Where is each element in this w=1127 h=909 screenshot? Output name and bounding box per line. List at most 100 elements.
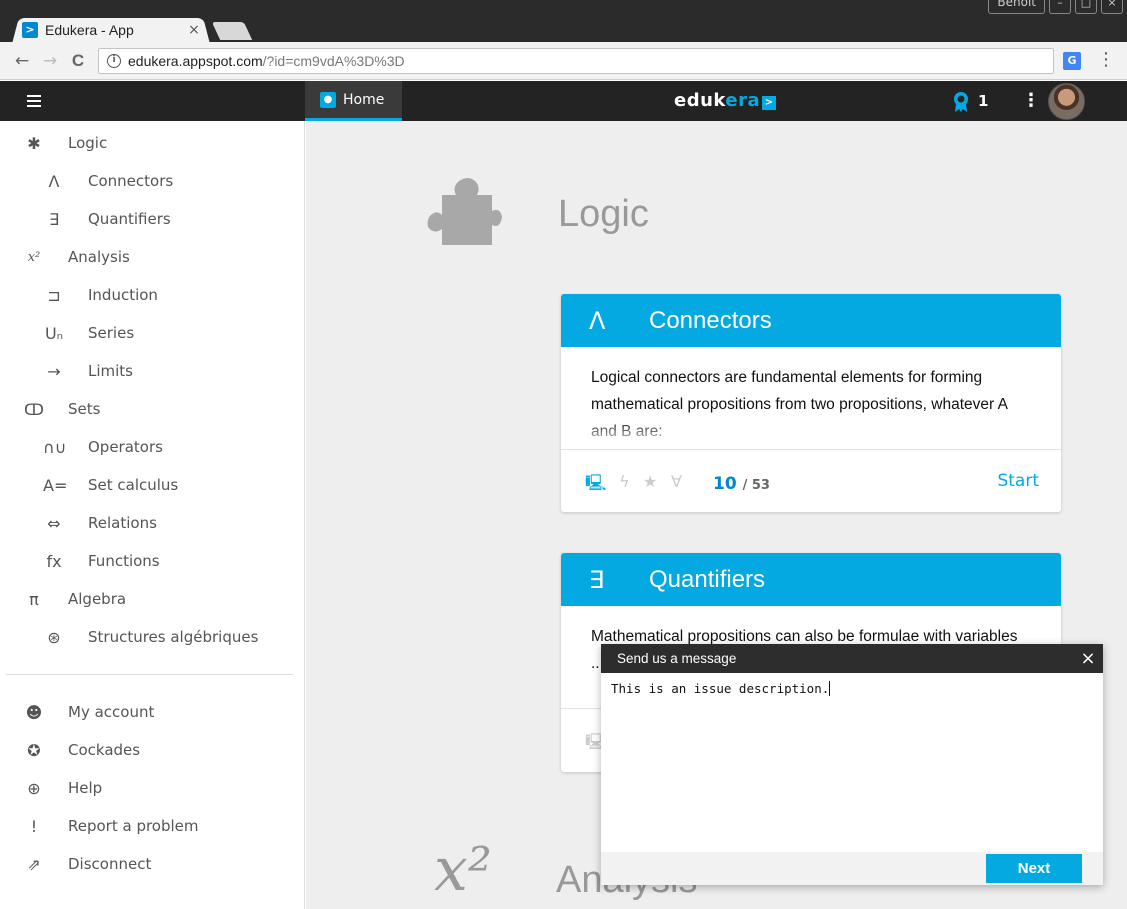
next-button[interactable]: Next	[986, 854, 1082, 883]
sidebar-item-connectors[interactable]: Λ Connectors	[0, 164, 305, 198]
sidebar-item-label: Connectors	[88, 172, 174, 190]
arrow-right-icon: →	[47, 361, 61, 381]
sidebar-item-quantifiers[interactable]: ∃ Quantifiers	[0, 202, 305, 236]
sidebar-item-label: My account	[68, 703, 155, 721]
window-close-button[interactable]: ×	[1101, 0, 1123, 14]
exists-symbol-icon: ∃	[589, 565, 605, 594]
progress-count: 10 / 53	[713, 474, 770, 494]
forward-arrow-icon[interactable]: →	[40, 51, 60, 71]
sidebar-item-my-account[interactable]: ☻ My account	[0, 695, 305, 729]
sidebar-item-limits[interactable]: → Limits	[0, 354, 305, 388]
window-maximize-button[interactable]: □	[1075, 0, 1097, 14]
tab-close-icon[interactable]: ×	[186, 22, 202, 38]
sidebar-item-functions[interactable]: fx Functions	[0, 544, 305, 578]
cockade-icon: ✪	[27, 740, 41, 760]
brand-text-b: era	[725, 90, 761, 111]
exclamation-icon: !	[30, 816, 38, 836]
sidebar-item-label: Algebra	[68, 590, 127, 608]
sidebar-item-label: Series	[88, 324, 135, 342]
reload-icon[interactable]: C	[68, 51, 88, 71]
dialog-header: Send us a message ×	[601, 644, 1103, 673]
app-header: ● Home edukera > 1 ⋮	[0, 81, 1127, 121]
sidebar-item-operators[interactable]: ∩∪ Operators	[0, 430, 305, 464]
structures-icon: ⊛	[47, 627, 61, 647]
cockade-badge-icon[interactable]	[952, 91, 970, 113]
function-icon: fx	[46, 551, 62, 571]
and-symbol-icon: Λ	[589, 306, 606, 335]
sidebar-item-label: Logic	[68, 134, 108, 152]
browser-tab-content[interactable]: > Edukera - App ×	[22, 18, 202, 42]
sidebar-item-report-a-problem[interactable]: ! Report a problem	[0, 809, 305, 843]
sidebar-item-label: Analysis	[68, 248, 130, 266]
sidebar-item-structures-alg-briques[interactable]: ⊛ Structures algébriques	[0, 620, 305, 654]
window-user-button[interactable]: Benoit	[988, 0, 1045, 14]
monitor-icon[interactable]: 🖳	[585, 472, 606, 499]
hamburger-menu-icon[interactable]	[27, 95, 41, 107]
card-fade	[561, 419, 1061, 449]
sidebar-item-logic[interactable]: ✱ Logic	[0, 126, 305, 160]
back-arrow-icon[interactable]: ←	[12, 51, 32, 71]
app-more-icon[interactable]: ⋮	[1022, 90, 1040, 111]
sidebar-item-disconnect[interactable]: ⇗ Disconnect	[0, 847, 305, 881]
new-tab-button[interactable]	[211, 22, 253, 40]
close-icon[interactable]: ×	[1073, 648, 1103, 669]
sidebar-item-label: Disconnect	[68, 855, 152, 873]
and-icon: Λ	[48, 171, 60, 191]
user-icon: ☻	[25, 702, 43, 722]
relations-icon: ⇔	[47, 513, 61, 533]
course-card-connectors[interactable]: Λ Connectors Logical connectors are fund…	[561, 294, 1061, 512]
sidebar-item-label: Structures algébriques	[88, 628, 259, 646]
user-avatar[interactable]	[1048, 83, 1085, 120]
puzzle-icon	[427, 178, 502, 245]
tab-title: Edukera - App	[45, 22, 134, 38]
home-tab[interactable]: ● Home	[305, 81, 402, 121]
operators-icon: ∩∪	[43, 437, 67, 457]
sidebar-item-label: Operators	[88, 438, 163, 456]
card-header[interactable]: Λ Connectors	[561, 294, 1061, 347]
window-minimize-button[interactable]: –	[1049, 0, 1071, 14]
star-icon[interactable]: ★	[643, 472, 657, 491]
browser-tabstrip: Benoit – □ × > Edukera - App ×	[0, 0, 1127, 44]
sidebar-item-sets[interactable]: ↀ Sets	[0, 392, 305, 426]
forall-icon[interactable]: ∀	[671, 472, 682, 491]
progress-total: / 53	[742, 478, 770, 493]
edukera-logo: edukera >	[674, 90, 777, 111]
help-icon: ⊕	[27, 778, 41, 798]
edukera-favicon-icon: >	[22, 22, 38, 38]
card-footer: 🖳 ϟ ★ ∀ 10 / 53 Start	[561, 450, 1061, 512]
pi-icon: π	[29, 589, 39, 609]
sidebar-item-label: Relations	[88, 514, 157, 532]
dialog-footer: Next	[601, 852, 1103, 885]
browser-menu-icon[interactable]: ⋮	[1097, 50, 1115, 70]
sidebar-item-set-calculus[interactable]: A= Set calculus	[0, 468, 305, 502]
sidebar-item-cockades[interactable]: ✪ Cockades	[0, 733, 305, 767]
message-textarea[interactable]: This is an issue description.	[611, 681, 1093, 851]
x-squared-icon: x²	[434, 835, 492, 905]
url-host: edukera.appspot.com	[128, 53, 263, 69]
sidebar-item-label: Report a problem	[68, 817, 199, 835]
lightning-icon[interactable]: ϟ	[619, 472, 630, 491]
info-icon[interactable]: i	[107, 54, 121, 68]
card-header[interactable]: ∃ Quantifiers	[561, 553, 1061, 606]
message-text: This is an issue description.	[611, 681, 830, 696]
card-title: Quantifiers	[649, 565, 766, 593]
progress-done: 10	[713, 474, 737, 494]
sidebar-item-analysis[interactable]: x² Analysis	[0, 240, 305, 274]
sidebar-item-algebra[interactable]: π Algebra	[0, 582, 305, 616]
venn-icon: ↀ	[24, 399, 44, 419]
sidebar-item-help[interactable]: ⊕ Help	[0, 771, 305, 805]
start-button[interactable]: Start	[997, 471, 1039, 491]
sidebar-item-series[interactable]: Uₙ Series	[0, 316, 305, 350]
brand-text-a: eduk	[674, 90, 726, 111]
sidebar-item-induction[interactable]: ⊐ Induction	[0, 278, 305, 312]
address-bar[interactable]: i edukera.appspot.com /?id=cm9vdA%3D%3D	[98, 48, 1054, 74]
map-pin-icon: ●	[320, 91, 336, 108]
sidebar-item-label: Sets	[68, 400, 101, 418]
sidebar-item-relations[interactable]: ⇔ Relations	[0, 506, 305, 540]
brand-arrow-icon: >	[762, 96, 777, 110]
sidebar-item-label: Induction	[88, 286, 158, 304]
x-squared-icon: x²	[27, 249, 41, 265]
translate-icon[interactable]: G	[1063, 52, 1081, 70]
set-calculus-icon: A=	[43, 475, 68, 495]
home-tab-label: Home	[343, 91, 385, 108]
